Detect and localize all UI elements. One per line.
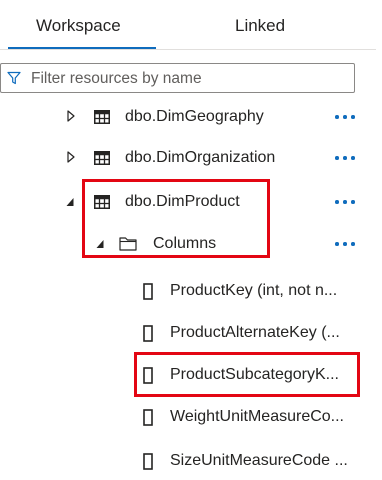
tree-item-columns-folder[interactable]: Columns	[0, 228, 382, 260]
tree-item-label: dbo.DimProduct	[125, 193, 240, 210]
chevron-right-icon[interactable]	[66, 151, 76, 163]
folder-icon	[119, 237, 137, 251]
more-options-icon[interactable]	[333, 195, 359, 209]
tab-workspace[interactable]: Workspace	[36, 16, 121, 36]
column-label: ProductAlternateKey (...	[170, 324, 340, 341]
tree-item-label: Columns	[153, 235, 217, 252]
column-icon	[143, 409, 153, 426]
chevron-expanded-icon[interactable]	[65, 196, 75, 208]
tree-item-dimproduct[interactable]: dbo.DimProduct	[0, 186, 382, 218]
tree-item-dimorganization[interactable]: dbo.DimOrganization	[0, 142, 382, 174]
funnel-icon	[7, 71, 21, 85]
column-icon	[143, 367, 153, 384]
table-icon	[94, 110, 110, 124]
tree-item-label: dbo.DimOrganization	[125, 149, 276, 166]
table-icon	[94, 195, 110, 209]
column-label: WeightUnitMeasureCo...	[170, 408, 344, 425]
scrollbar-track[interactable]	[376, 0, 382, 480]
table-icon	[94, 151, 110, 165]
more-options-icon[interactable]	[333, 237, 359, 251]
filter-resources-input[interactable]: Filter resources by name	[0, 63, 355, 93]
tree-item-column[interactable]: ProductKey (int, not n...	[0, 276, 382, 308]
tree-item-column[interactable]: SizeUnitMeasureCode ...	[0, 446, 382, 478]
column-label: ProductKey (int, not n...	[170, 282, 338, 299]
column-label: ProductSubcategoryK...	[170, 366, 339, 383]
column-icon	[143, 453, 153, 470]
tree-item-column[interactable]: ProductSubcategoryK...	[0, 360, 382, 392]
tree-item-label: dbo.DimGeography	[125, 108, 264, 125]
tree-item-column[interactable]: ProductAlternateKey (...	[0, 318, 382, 350]
filter-placeholder: Filter resources by name	[31, 70, 202, 87]
tree-item-column[interactable]: WeightUnitMeasureCo...	[0, 402, 382, 434]
column-icon	[143, 283, 153, 300]
chevron-right-icon[interactable]	[66, 110, 76, 122]
tab-divider	[0, 49, 382, 50]
column-icon	[143, 325, 153, 342]
tree-item-dimgeography[interactable]: dbo.DimGeography	[0, 101, 382, 133]
more-options-icon[interactable]	[333, 151, 359, 165]
column-label: SizeUnitMeasureCode ...	[170, 452, 348, 469]
resource-tabs: Workspace Linked	[0, 0, 382, 52]
more-options-icon[interactable]	[333, 110, 359, 124]
chevron-expanded-icon[interactable]	[95, 238, 105, 250]
tab-linked[interactable]: Linked	[235, 16, 285, 36]
